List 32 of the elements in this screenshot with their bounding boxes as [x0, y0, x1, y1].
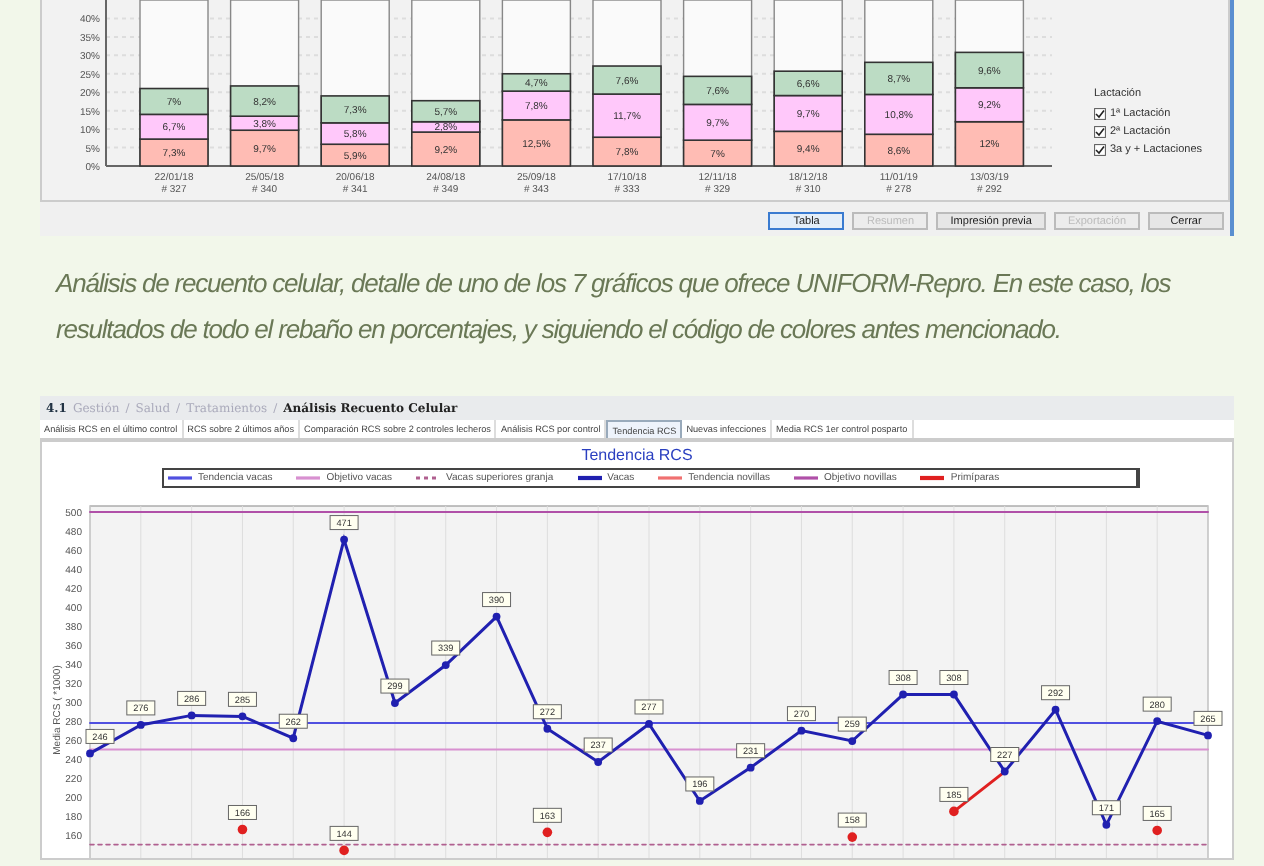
data-label-box: [837, 716, 867, 732]
data-label-box: [1142, 805, 1172, 821]
data-label-box: [278, 713, 308, 729]
data-label-box: [227, 691, 257, 707]
data-label-box: [482, 592, 512, 608]
checkbox[interactable]: [1094, 108, 1106, 120]
data-label-box: [583, 737, 613, 753]
data-label-box: [1091, 800, 1121, 816]
data-label-box: [939, 786, 969, 802]
data-label-box: [736, 743, 766, 759]
data-label-box: [1142, 696, 1172, 712]
data-label-box: [939, 670, 969, 685]
data-label-box: [329, 515, 359, 531]
data-label-box: [786, 706, 816, 722]
figure-caption: Análisis de recuento celular, detalle de uno de los 7 gráficos que ofrece UNIFORM-Repro. En este caso, los resultados de todo el rebaño en porcentajes, y siguiendo el código de colores antes mencionado.: [56, 266, 1173, 348]
data-label-box: [329, 825, 359, 841]
data-label-box: [431, 640, 461, 656]
data-label-box: [990, 747, 1020, 762]
data-label-box: [888, 670, 918, 685]
checkbox[interactable]: [1094, 126, 1106, 138]
data-label-box: [634, 699, 664, 715]
data-label-box: [126, 700, 156, 716]
data-label-box: [1041, 685, 1071, 701]
data-label-box: [685, 776, 715, 792]
data-label-box: [532, 704, 562, 720]
data-label-box: [837, 812, 867, 828]
data-label-box: [380, 678, 410, 694]
data-label-box: [227, 805, 257, 820]
checkbox[interactable]: [1094, 144, 1106, 156]
data-label-box: [532, 807, 562, 823]
chart-title: Tendencia RCS: [579, 444, 695, 468]
data-label-box: [177, 690, 207, 706]
